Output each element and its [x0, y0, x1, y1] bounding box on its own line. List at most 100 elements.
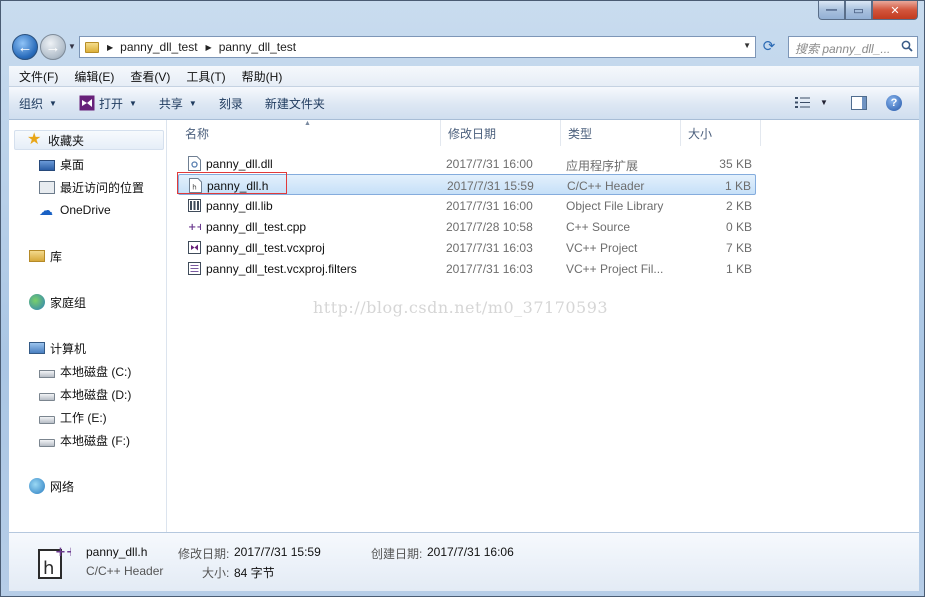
menu-tools[interactable]: 工具(T): [186, 68, 225, 85]
file-row[interactable]: panny_dll_test.vcxproj 2017/7/31 16:03 V…: [178, 237, 756, 258]
vcxproj-file-icon: [188, 241, 201, 254]
svg-text:++: ++: [55, 545, 71, 560]
sidebar-item-drive-f[interactable]: 本地磁盘 (F:): [39, 430, 130, 450]
forward-button[interactable]: →: [40, 34, 66, 60]
file-size: 7 KB: [725, 241, 752, 255]
search-icon[interactable]: [901, 40, 913, 52]
share-button[interactable]: 共享 ▼: [159, 95, 197, 112]
command-bar: 组织 ▼ 打开 ▼ 共享 ▼ 刻录 新建文件夹 ▼ ?: [9, 87, 919, 120]
file-date: 2017/7/28 10:58: [446, 220, 533, 234]
svg-text:h: h: [43, 558, 54, 579]
detail-size-value: 84 字节: [234, 566, 275, 580]
new-folder-label: 新建文件夹: [264, 96, 325, 111]
recent-pages-dropdown[interactable]: ▼: [68, 42, 76, 51]
sidebar-item-drive-e[interactable]: 工作 (E:): [39, 407, 107, 427]
sidebar-item-drive-d[interactable]: 本地磁盘 (D:): [39, 384, 131, 404]
lib-file-icon: [188, 199, 201, 212]
sidebar-item-favorites[interactable]: ★ 收藏夹: [14, 130, 164, 150]
column-header-name[interactable]: 名称: [178, 120, 441, 146]
explorer-window: — ▭ ✕ ← → ▼ ▶ panny_dll_test ▶ panny_dll…: [0, 0, 925, 597]
detail-file-type: C/C++ Header: [86, 564, 164, 578]
maximize-button[interactable]: ▭: [845, 1, 872, 20]
file-type: VC++ Project: [566, 241, 638, 255]
search-placeholder: 搜索 panny_dll_...: [795, 42, 891, 56]
sidebar-item-onedrive[interactable]: ☁ OneDrive: [39, 200, 111, 220]
sidebar-item-network[interactable]: 网络: [29, 476, 74, 496]
help-icon[interactable]: ?: [886, 95, 902, 111]
burn-button[interactable]: 刻录: [219, 95, 243, 112]
file-date: 2017/7/31 16:03: [446, 241, 533, 255]
address-bar[interactable]: ▶ panny_dll_test ▶ panny_dll_test ▼: [79, 36, 756, 58]
detail-created-label: 创建日期:: [371, 547, 423, 561]
sidebar-item-drive-c[interactable]: 本地磁盘 (C:): [39, 361, 131, 381]
address-dropdown[interactable]: ▼: [743, 41, 751, 50]
header-file-large-icon: h ++: [38, 545, 71, 579]
sidebar-item-label: 家庭组: [50, 295, 87, 310]
sidebar-item-recent[interactable]: 最近访问的位置: [39, 177, 144, 197]
navigation-pane: ★ 收藏夹 桌面 最近访问的位置 ☁ OneDrive 库 家庭组 计算机 本地…: [9, 120, 167, 532]
drive-icon: [39, 415, 55, 424]
breadcrumb-item[interactable]: panny_dll_test: [219, 40, 296, 54]
detail-modified-label: 修改日期:: [178, 547, 230, 561]
file-row[interactable]: panny_dll.lib 2017/7/31 16:00 Object Fil…: [178, 195, 756, 216]
details-pane: h ++ panny_dll.h C/C++ Header 修改日期: 2017…: [9, 532, 919, 591]
new-folder-button[interactable]: 新建文件夹: [265, 95, 325, 112]
sidebar-item-label: 收藏夹: [48, 133, 85, 148]
drive-icon: [39, 438, 55, 447]
back-button[interactable]: ←: [12, 34, 38, 60]
view-options-icon[interactable]: [795, 96, 810, 109]
breadcrumb-item[interactable]: panny_dll_test: [120, 40, 197, 54]
recent-places-icon: [39, 180, 55, 194]
file-date: 2017/7/31 16:03: [446, 262, 533, 276]
file-date: 2017/7/31 16:00: [446, 157, 533, 171]
column-header-size[interactable]: 大小: [681, 120, 761, 146]
open-button[interactable]: 打开 ▼: [79, 95, 137, 112]
close-button[interactable]: ✕: [872, 1, 918, 20]
navigation-bar: ← → ▼ ▶ panny_dll_test ▶ panny_dll_test …: [9, 31, 919, 63]
sidebar-item-label: 本地磁盘 (F:): [60, 433, 130, 448]
file-date: 2017/7/31 15:59: [447, 179, 534, 193]
file-type: C++ Source: [566, 220, 631, 234]
breadcrumb-separator[interactable]: ▶: [206, 43, 212, 52]
file-size: 1 KB: [724, 179, 751, 193]
sidebar-item-label: 本地磁盘 (D:): [60, 387, 132, 402]
dll-file-icon: [188, 156, 201, 171]
menu-view[interactable]: 查看(V): [130, 68, 170, 85]
sidebar-item-label: 本地磁盘 (C:): [60, 364, 132, 379]
column-header-label: 类型: [568, 126, 593, 141]
column-header-label: 修改日期: [448, 126, 497, 141]
column-header-type[interactable]: 类型: [561, 120, 681, 146]
breadcrumb-separator[interactable]: ▶: [107, 43, 113, 52]
sidebar-item-label: 库: [50, 249, 63, 264]
chevron-down-icon[interactable]: ▼: [820, 98, 828, 107]
highlight-box: [177, 172, 287, 194]
column-header-label: 大小: [688, 126, 713, 141]
refresh-icon[interactable]: ⟳: [759, 37, 779, 57]
minimize-button[interactable]: —: [818, 1, 845, 20]
sidebar-item-computer[interactable]: 计算机: [29, 338, 86, 358]
file-row[interactable]: panny_dll.dll 2017/7/31 16:00 应用程序扩展 35 …: [178, 153, 756, 174]
file-size: 1 KB: [725, 262, 752, 276]
file-row[interactable]: panny_dll_test.vcxproj.filters 2017/7/31…: [178, 258, 756, 279]
file-name: panny_dll_test.vcxproj.filters: [206, 262, 357, 276]
menu-edit[interactable]: 编辑(E): [74, 68, 114, 85]
sidebar-item-label: 网络: [50, 479, 75, 494]
sidebar-item-desktop[interactable]: 桌面: [39, 154, 84, 174]
menu-file[interactable]: 文件(F): [19, 68, 58, 85]
sidebar-item-homegroup[interactable]: 家庭组: [29, 292, 86, 312]
preview-pane-icon[interactable]: [851, 96, 867, 110]
chevron-down-icon: ▼: [49, 98, 57, 108]
folder-icon: [85, 41, 99, 53]
file-type: Object File Library: [566, 199, 664, 213]
network-icon: [29, 478, 45, 494]
organize-button[interactable]: 组织 ▼: [19, 95, 57, 112]
search-input[interactable]: 搜索 panny_dll_...: [788, 36, 918, 58]
file-row[interactable]: ++ panny_dll_test.cpp 2017/7/28 10:58 C+…: [178, 216, 756, 237]
file-type: C/C++ Header: [567, 179, 645, 193]
column-header-date[interactable]: 修改日期: [441, 120, 561, 146]
sidebar-item-label: OneDrive: [60, 203, 111, 217]
menu-help[interactable]: 帮助(H): [242, 68, 283, 85]
sidebar-item-label: 最近访问的位置: [60, 180, 145, 195]
sidebar-item-libraries[interactable]: 库: [29, 246, 62, 266]
file-name: panny_dll_test.cpp: [206, 220, 307, 234]
